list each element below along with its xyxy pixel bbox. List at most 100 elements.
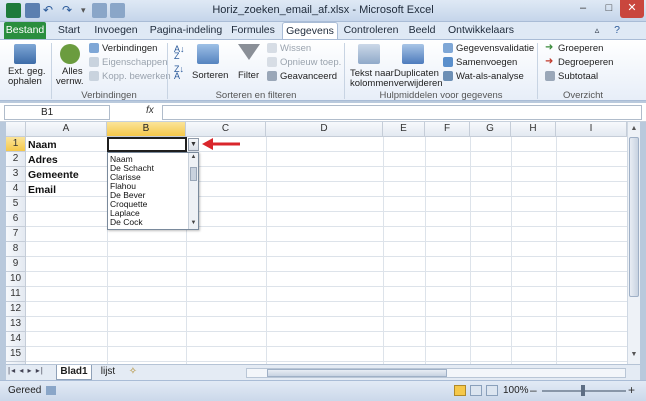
validation-dropdown-list[interactable]: Naam De Schacht Clarisse Flahou De Bever… <box>107 152 199 230</box>
subtotal-button[interactable]: Subtotaal <box>558 71 598 82</box>
row-header[interactable]: 15 <box>6 347 26 362</box>
group-connections-label: Verbindingen <box>81 90 137 101</box>
dropdown-arrow-button[interactable]: ▼ <box>188 138 199 151</box>
row-header[interactable]: 4 <box>6 182 26 197</box>
properties-icon <box>89 57 99 67</box>
zoom-in-button[interactable]: + <box>628 383 635 397</box>
sort-za-icon[interactable]: Z↓ A <box>174 65 188 81</box>
edit-links-button[interactable]: Kopp. bewerken <box>102 71 171 82</box>
row-header[interactable]: 1 <box>6 137 26 152</box>
row-header[interactable]: 8 <box>6 242 26 257</box>
name-box[interactable]: B1 <box>4 105 110 120</box>
row-header[interactable]: 5 <box>6 197 26 212</box>
vertical-scrollbar[interactable]: ▲ ▼ <box>627 122 640 364</box>
tab-ontwikkelaars[interactable]: Ontwikkelaars <box>446 22 516 39</box>
scroll-up-icon[interactable]: ▲ <box>629 124 639 134</box>
refresh-label2[interactable]: vernw. <box>56 76 83 87</box>
page-break-view-icon[interactable] <box>486 385 498 396</box>
zoom-out-button[interactable]: – <box>530 383 537 397</box>
row-header[interactable]: 7 <box>6 227 26 242</box>
maximize-button[interactable]: □ <box>596 0 622 18</box>
sort-az-icon[interactable]: A↓ Z <box>174 45 188 61</box>
column-header-b[interactable]: B <box>107 122 186 137</box>
row-header[interactable]: 11 <box>6 287 26 302</box>
text-to-columns-label2[interactable]: kolommen <box>350 78 394 89</box>
worksheet-grid[interactable]: A B C D E F G H I 1234567891011121314151… <box>6 122 627 364</box>
ext-data-label2[interactable]: ophalen <box>8 76 42 87</box>
text-to-columns-icon <box>358 44 380 64</box>
validation-button[interactable]: Gegevensvalidatie <box>456 43 534 54</box>
connections-button[interactable]: Verbindingen <box>102 43 157 54</box>
tab-gegevens[interactable]: Gegevens <box>282 22 338 39</box>
tab-formules[interactable]: Formules <box>230 22 276 39</box>
zoom-slider-thumb[interactable] <box>581 385 585 396</box>
column-header-a[interactable]: A <box>26 122 107 137</box>
help-icon[interactable]: ▵ <box>590 22 604 39</box>
remove-duplicates-label2[interactable]: verwijderen <box>394 78 443 89</box>
row-header[interactable]: 13 <box>6 317 26 332</box>
row-header[interactable]: 2 <box>6 152 26 167</box>
advanced-button[interactable]: Geavanceerd <box>280 71 337 82</box>
tab-controleren[interactable]: Controleren <box>342 22 400 39</box>
column-header-e[interactable]: E <box>383 122 425 137</box>
tab-beeld[interactable]: Beeld <box>404 22 440 39</box>
ungroup-icon: ➜ <box>545 56 554 67</box>
scroll-thumb[interactable] <box>629 137 639 297</box>
gridline-vertical <box>383 137 384 364</box>
cell-a2[interactable]: Adres <box>28 154 58 166</box>
column-header-f[interactable]: F <box>425 122 470 137</box>
row-header[interactable]: 12 <box>6 302 26 317</box>
close-button[interactable]: ✕ <box>620 0 644 18</box>
sheet-tab-blad1[interactable]: Blad1 <box>56 365 92 380</box>
scroll-thumb[interactable] <box>267 369 447 377</box>
scroll-thumb[interactable] <box>190 167 197 181</box>
macro-record-icon[interactable] <box>46 386 56 395</box>
filter-button[interactable]: Filter <box>238 70 259 81</box>
row-header[interactable]: 3 <box>6 167 26 182</box>
clear-button[interactable]: Wissen <box>280 43 311 54</box>
sort-dialog-icon <box>197 44 219 64</box>
formula-input[interactable] <box>162 105 642 120</box>
active-cell-b1[interactable] <box>107 137 187 152</box>
ungroup-button[interactable]: Degroeperen <box>558 57 613 68</box>
group-tools-label: Hulpmiddelen voor gegevens <box>379 90 503 101</box>
scroll-down-icon[interactable]: ▼ <box>629 350 639 360</box>
column-header-h[interactable]: H <box>511 122 556 137</box>
dropdown-option[interactable]: De Cock <box>110 217 143 227</box>
row-header[interactable]: 6 <box>6 212 26 227</box>
group-button[interactable]: Groeperen <box>558 43 603 54</box>
sheet-tab-lijst[interactable]: lijst <box>94 365 122 380</box>
row-header[interactable]: 9 <box>6 257 26 272</box>
help-question-icon[interactable]: ? <box>610 22 624 39</box>
scroll-down-icon[interactable]: ▼ <box>190 220 197 227</box>
tab-invoegen[interactable]: Invoegen <box>90 22 142 39</box>
page-layout-view-icon[interactable] <box>470 385 482 396</box>
cell-a1[interactable]: Naam <box>28 139 57 151</box>
cell-a4[interactable]: Email <box>28 184 56 196</box>
consolidate-button[interactable]: Samenvoegen <box>456 57 517 68</box>
column-header-i[interactable]: I <box>556 122 627 137</box>
select-all-corner[interactable] <box>6 122 26 137</box>
new-sheet-icon[interactable]: ✧ <box>124 365 142 380</box>
column-header-g[interactable]: G <box>470 122 511 137</box>
properties-button[interactable]: Eigenschappen <box>102 57 168 68</box>
minimize-button[interactable]: – <box>570 0 596 18</box>
cell-a3[interactable]: Gemeente <box>28 169 79 181</box>
scroll-up-icon[interactable]: ▲ <box>190 154 197 161</box>
horizontal-scrollbar[interactable] <box>246 368 626 378</box>
fx-icon[interactable]: fx <box>146 105 154 116</box>
tab-pagina-indeling[interactable]: Pagina-indeling <box>146 22 226 39</box>
zoom-level[interactable]: 100% <box>503 385 529 396</box>
column-header-d[interactable]: D <box>266 122 383 137</box>
tab-start[interactable]: Start <box>52 22 86 39</box>
tab-bestand[interactable]: Bestand <box>4 22 46 39</box>
row-header[interactable]: 14 <box>6 332 26 347</box>
sheet-nav-icon[interactable]: |◂ ◂ ▸ ▸| <box>8 366 44 375</box>
reapply-button[interactable]: Opnieuw toep. <box>280 57 341 68</box>
whatif-button[interactable]: Wat-als-analyse <box>456 71 524 82</box>
dropdown-scrollbar[interactable]: ▲ ▼ <box>188 153 198 229</box>
sort-button[interactable]: Sorteren <box>192 70 228 81</box>
normal-view-icon[interactable] <box>454 385 466 396</box>
row-header[interactable]: 10 <box>6 272 26 287</box>
column-header-c[interactable]: C <box>186 122 266 137</box>
